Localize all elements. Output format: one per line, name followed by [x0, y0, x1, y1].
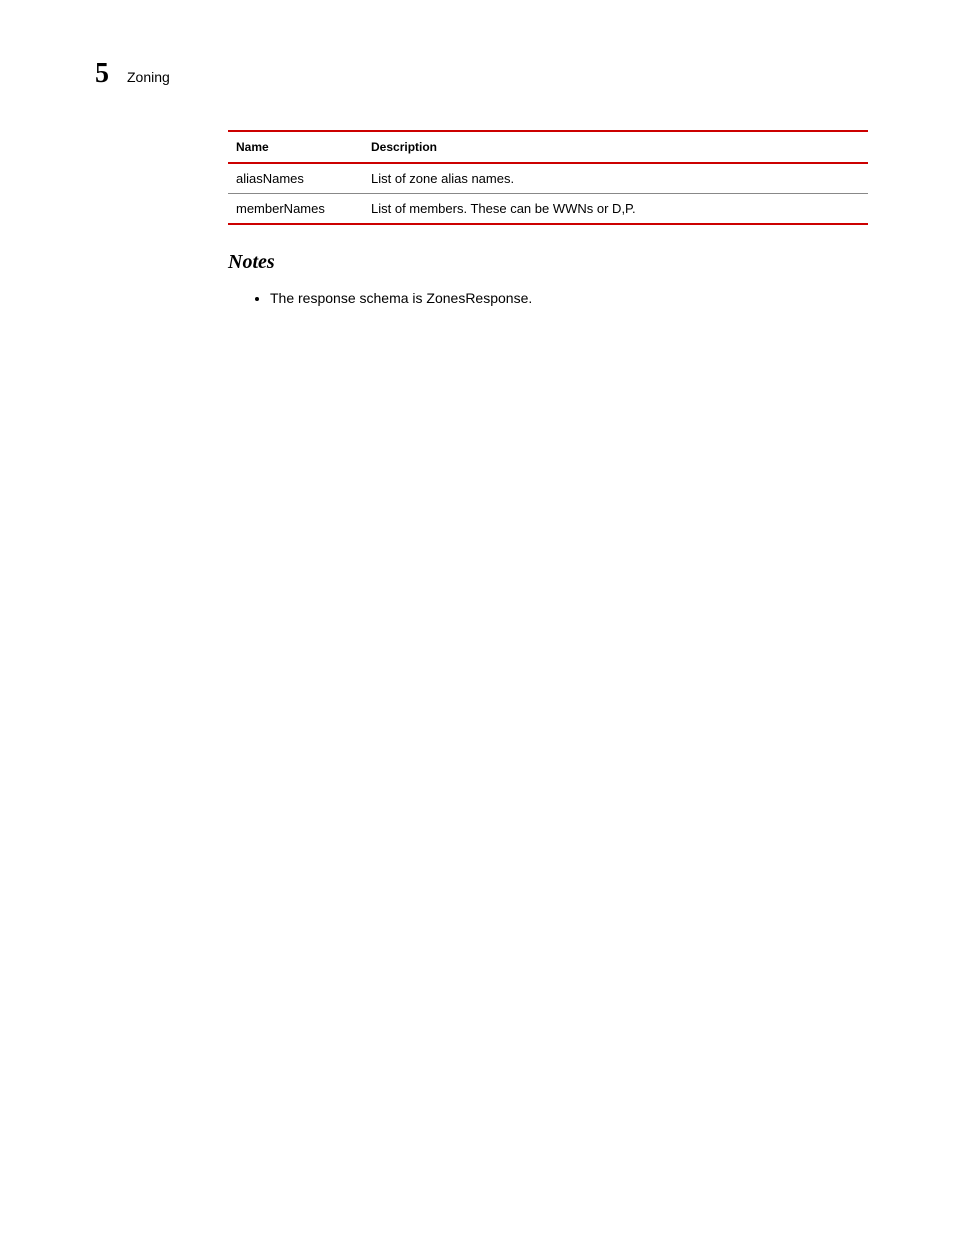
- table-row: memberNames List of members. These can b…: [228, 194, 868, 225]
- main-content: Name Description aliasNames List of zone…: [228, 130, 868, 309]
- cell-name: memberNames: [228, 194, 363, 225]
- column-header-name: Name: [228, 131, 363, 163]
- column-header-description: Description: [363, 131, 868, 163]
- chapter-number: 5: [95, 58, 109, 90]
- chapter-title: Zoning: [127, 69, 170, 85]
- cell-description: List of members. These can be WWNs or D,…: [363, 194, 868, 225]
- definition-table: Name Description aliasNames List of zone…: [228, 130, 868, 225]
- table-row: aliasNames List of zone alias names.: [228, 163, 868, 194]
- page-header: 5 Zoning: [95, 58, 170, 90]
- notes-list: The response schema is ZonesResponse.: [228, 288, 868, 309]
- cell-description: List of zone alias names.: [363, 163, 868, 194]
- cell-name: aliasNames: [228, 163, 363, 194]
- notes-heading: Notes: [228, 251, 868, 274]
- list-item: The response schema is ZonesResponse.: [270, 288, 868, 309]
- table-header-row: Name Description: [228, 131, 868, 163]
